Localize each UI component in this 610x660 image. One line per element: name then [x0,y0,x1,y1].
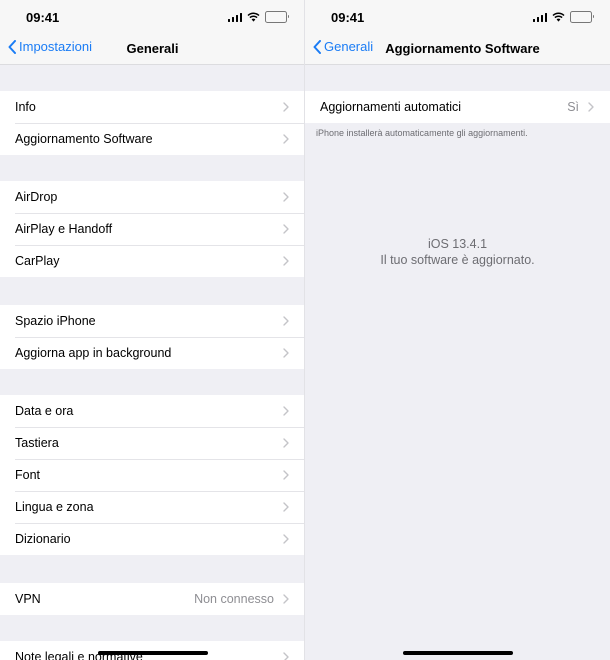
settings-row-lingua-e-zona[interactable]: Lingua e zona [0,491,305,523]
settings-group: Info Aggiornamento Software [0,91,305,155]
navigation-bar: Generali Aggiornamento Software [305,34,610,65]
chevron-right-icon [283,316,289,326]
settings-row-info[interactable]: Info [0,91,305,123]
row-label: CarPlay [15,254,60,268]
page-title: Generali [126,41,179,56]
chevron-right-icon [283,406,289,416]
chevron-right-icon [283,256,289,266]
software-status-message: Il tuo software è aggiornato. [380,253,535,267]
ios-version: iOS 13.4.1 [427,237,488,251]
row-label: Data e ora [15,404,74,418]
settings-group: AirDrop AirPlay e Handoff CarPlay [0,181,305,277]
cellular-signal-icon [532,12,547,22]
chevron-right-icon [283,438,289,448]
navigation-bar: Impostazioni Generali [0,34,305,65]
chevron-right-icon [283,470,289,480]
chevron-right-icon [283,102,289,112]
wifi-icon [552,12,565,22]
chevron-right-icon [283,192,289,202]
row-label: AirPlay e Handoff [15,222,113,236]
row-label: AirDrop [15,190,58,204]
chevron-right-icon [283,652,289,660]
row-label: Aggiorna app in background [15,346,172,360]
settings-row-aggiorna-app-in-background[interactable]: Aggiorna app in background [0,337,305,369]
home-indicator[interactable] [97,651,208,655]
auto-updates-value: Sì [567,100,579,114]
settings-row-aggiornamento-software[interactable]: Aggiornamento Software [0,123,305,155]
row-label: Lingua e zona [15,500,94,514]
software-update-screen: 09:41 Generali Aggiornamento Software Ag… [305,0,610,660]
row-label: VPN [15,592,41,606]
settings-group: VPN Non connesso [0,583,305,615]
settings-group: Spazio iPhone Aggiorna app in background [0,305,305,369]
chevron-right-icon [283,224,289,234]
settings-row-carplay[interactable]: CarPlay [0,245,305,277]
wifi-icon [247,12,260,22]
settings-row-spazio-iphone[interactable]: Spazio iPhone [0,305,305,337]
status-bar: 09:41 [305,0,610,34]
settings-row-font[interactable]: Font [0,459,305,491]
row-label: Spazio iPhone [15,314,96,328]
status-time: 09:41 [26,10,60,25]
auto-updates-label: Aggiornamenti automatici [320,100,462,114]
chevron-right-icon [283,348,289,358]
row-label: Aggiornamento Software [15,132,153,146]
settings-row-vpn[interactable]: VPN Non connesso [0,583,305,615]
status-bar: 09:41 [0,0,305,34]
battery-icon [570,11,594,23]
settings-row-tastiera[interactable]: Tastiera [0,427,305,459]
chevron-right-icon [283,594,289,604]
status-time: 09:41 [331,10,365,25]
settings-row-dizionario[interactable]: Dizionario [0,523,305,555]
chevron-right-icon [283,134,289,144]
auto-updates-footnote: iPhone installerà automaticamente gli ag… [316,128,528,138]
general-settings-screen: 09:41 Impostazioni Generali Info Aggiorna… [0,0,305,660]
settings-row-airdrop[interactable]: AirDrop [0,181,305,213]
chevron-right-icon [283,534,289,544]
cellular-signal-icon [227,12,242,22]
row-label: Info [15,100,36,114]
row-value: Non connesso [194,592,274,606]
settings-row-airplay-e-handoff[interactable]: AirPlay e Handoff [0,213,305,245]
battery-icon [265,11,289,23]
home-indicator[interactable] [402,651,513,655]
row-label: Tastiera [15,436,59,450]
settings-group: Data e ora Tastiera Font Lingua e zona Dizio… [0,395,305,555]
settings-row-data-e-ora[interactable]: Data e ora [0,395,305,427]
chevron-right-icon [283,502,289,512]
page-title: Aggiornamento Software [385,41,540,56]
row-label: Dizionario [15,532,71,546]
auto-updates-row[interactable]: Aggiornamenti automatici Sì [305,91,610,123]
chevron-right-icon [588,102,594,112]
auto-updates-group: Aggiornamenti automatici Sì [305,91,610,123]
row-label: Font [15,468,41,482]
